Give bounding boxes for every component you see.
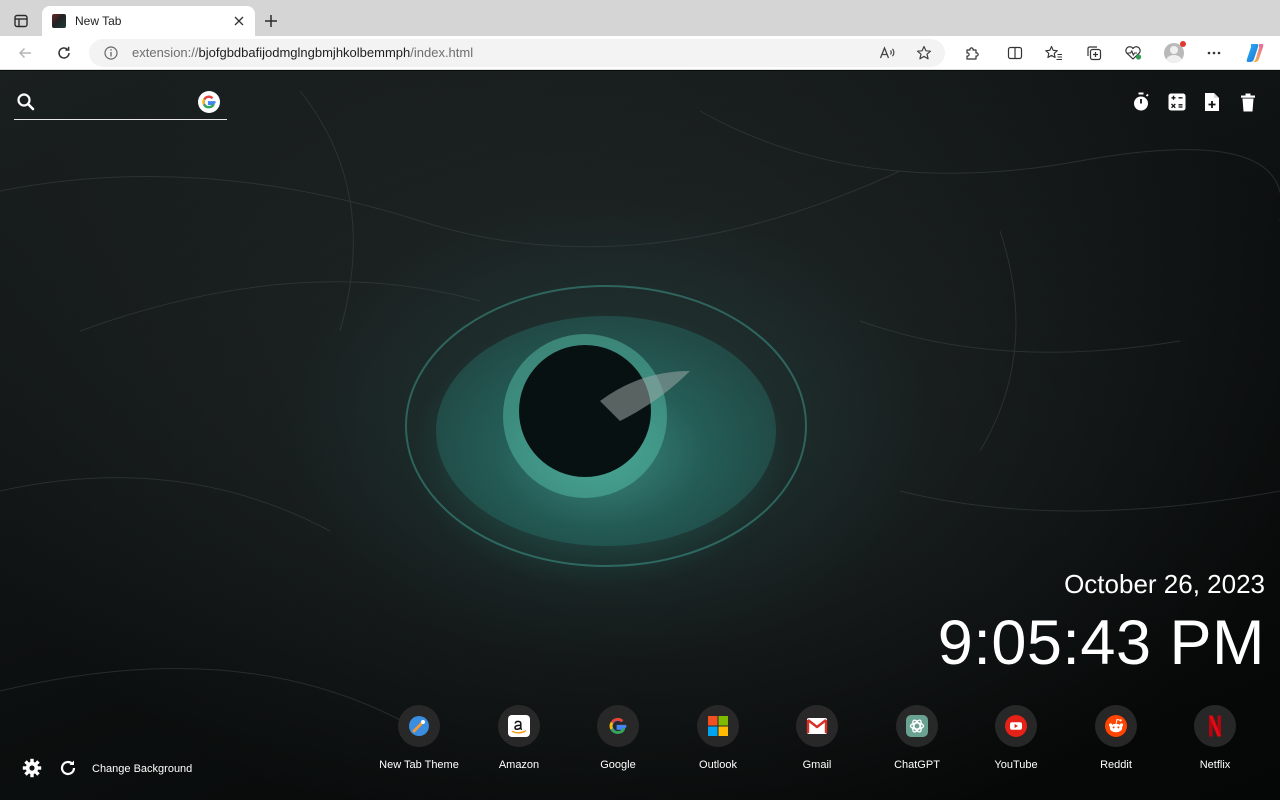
shortcut-icon-frame: [995, 705, 1037, 747]
outlook-icon: [708, 716, 728, 736]
gmail-icon: [806, 718, 828, 734]
calculator-icon: [1168, 93, 1186, 111]
shortcut-icon-frame: [498, 705, 540, 747]
info-icon: [104, 46, 118, 60]
shortcut-amazon[interactable]: Amazon: [474, 705, 564, 775]
change-background-link[interactable]: Change Background: [92, 763, 192, 775]
site-info-button[interactable]: [103, 45, 119, 61]
shortcut-icon-frame: [1194, 705, 1236, 747]
refresh-background-button[interactable]: [57, 757, 79, 779]
search-input[interactable]: [44, 91, 194, 113]
browser-toolbar: extension://bjofgbdbafijodmglngbmjhkolbe…: [0, 36, 1280, 70]
shortcut-icon-frame: [597, 705, 639, 747]
back-arrow-icon: [18, 47, 31, 59]
shortcut-netflix[interactable]: Netflix: [1170, 705, 1260, 775]
shortcut-label: ChatGPT: [894, 759, 940, 771]
split-screen-button[interactable]: [1003, 41, 1027, 65]
timer-button[interactable]: [1130, 91, 1152, 113]
background-image: [0, 90, 1280, 732]
google-icon: [202, 95, 216, 109]
shortcut-icon-frame: [697, 705, 739, 747]
star-icon: [916, 45, 932, 60]
search-bar: [14, 89, 227, 120]
shortcut-label: Outlook: [699, 759, 737, 771]
split-screen-icon: [1007, 46, 1023, 60]
tab-close-button[interactable]: [231, 13, 247, 29]
favorites-icon: [1045, 45, 1062, 61]
shortcut-youtube[interactable]: YouTube: [971, 705, 1061, 775]
favorites-button[interactable]: [1042, 41, 1066, 65]
shortcut-label: Google: [600, 759, 636, 771]
youtube-icon: [1005, 715, 1027, 737]
shortcut-icon-frame: [896, 705, 938, 747]
copilot-icon: [1246, 44, 1264, 62]
shortcut-outlook[interactable]: Outlook: [673, 705, 763, 775]
profile-notification-dot: [1180, 41, 1186, 47]
url-path: /index.html: [410, 45, 474, 60]
refresh-icon: [58, 46, 70, 59]
trash-icon: [1241, 93, 1255, 111]
back-button[interactable]: [13, 41, 37, 65]
heart-pulse-icon: [1125, 46, 1142, 60]
clock-time: 9:05:43 PM: [937, 608, 1265, 678]
shortcut-reddit[interactable]: Reddit: [1071, 705, 1161, 775]
clock-date: October 26, 2023: [1064, 569, 1265, 599]
chatgpt-icon: [906, 715, 928, 737]
address-url[interactable]: extension://bjofgbdbafijodmglngbmjhkolbe…: [132, 46, 473, 60]
url-scheme: extension://: [132, 45, 199, 60]
shortcut-label: Amazon: [498, 759, 540, 771]
tab-new-tab[interactable]: New Tab: [42, 6, 255, 36]
shortcut-google[interactable]: Google: [573, 705, 663, 775]
add-note-button[interactable]: [1201, 91, 1223, 113]
shortcut-label: Reddit: [1100, 759, 1132, 771]
new-tab-button[interactable]: [260, 10, 282, 32]
shortcut-label: YouTube: [994, 759, 1038, 771]
add-note-icon: [1205, 93, 1219, 111]
copilot-button[interactable]: [1243, 41, 1267, 65]
netflix-icon: [1209, 715, 1221, 737]
amazon-icon: [508, 715, 530, 737]
calculator-button[interactable]: [1166, 91, 1188, 113]
shortcut-label: Gmail: [802, 759, 832, 771]
shortcut-icon-frame: [796, 705, 838, 747]
puzzle-icon: [966, 47, 979, 60]
read-aloud-button[interactable]: [878, 43, 898, 63]
refresh-button[interactable]: [52, 41, 76, 65]
shortcut-gmail[interactable]: Gmail: [772, 705, 862, 775]
shortcut-label: New Tab Theme: [379, 759, 459, 771]
reddit-icon: [1105, 715, 1127, 737]
search-engine-button[interactable]: [198, 91, 220, 113]
tab-actions-button[interactable]: [10, 10, 32, 32]
search-icon: [17, 93, 35, 111]
collections-icon: [1087, 46, 1102, 61]
tab-favicon-icon: [52, 14, 66, 28]
tab-title: New Tab: [75, 14, 122, 28]
timer-icon: [1134, 92, 1149, 111]
more-icon: [1207, 51, 1221, 55]
close-icon: [234, 16, 244, 26]
tab-strip: New Tab: [0, 0, 1280, 36]
new-tab-page: October 26, 2023 9:05:43 PM New Tab Them…: [0, 71, 1280, 800]
settings-button[interactable]: [21, 757, 43, 779]
collections-button[interactable]: [1082, 41, 1106, 65]
new-tab-theme-icon: [409, 716, 429, 736]
tab-actions-icon: [14, 14, 28, 28]
trash-button[interactable]: [1237, 91, 1259, 113]
url-host: bjofgbdbafijodmglngbmjhkolbemmph: [198, 45, 411, 60]
extensions-button[interactable]: [960, 41, 984, 65]
plus-icon: [265, 15, 277, 27]
shortcut-icon-frame: [1095, 705, 1137, 747]
shortcut-new-tab-theme[interactable]: New Tab Theme: [374, 705, 464, 775]
settings-and-more-button[interactable]: [1202, 41, 1226, 65]
favorite-button[interactable]: [914, 43, 934, 63]
read-aloud-icon: [879, 46, 895, 59]
shortcut-label: Netflix: [1199, 759, 1231, 771]
shortcut-chatgpt[interactable]: ChatGPT: [872, 705, 962, 775]
gear-icon: [22, 758, 42, 778]
browser-essentials-button[interactable]: [1121, 41, 1145, 65]
google-icon: [609, 717, 627, 734]
address-bar[interactable]: extension://bjofgbdbafijodmglngbmjhkolbe…: [89, 39, 945, 67]
refresh-icon: [60, 760, 76, 776]
shortcut-icon-frame: [398, 705, 440, 747]
